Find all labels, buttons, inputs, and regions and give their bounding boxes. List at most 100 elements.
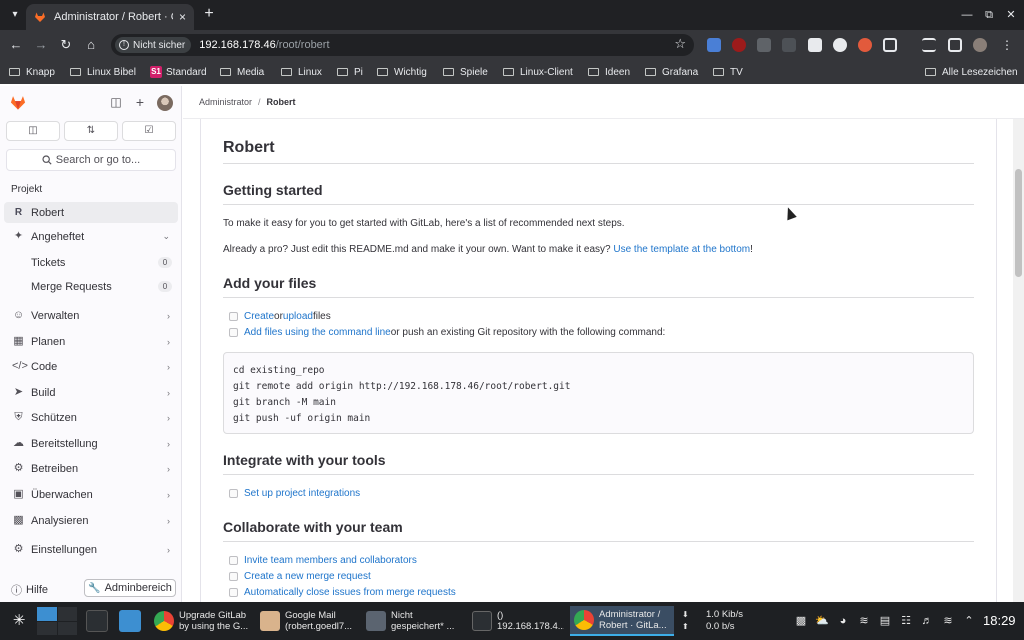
help-button[interactable]: ⓘ Hilfe	[11, 582, 48, 598]
extension-icon[interactable]	[782, 38, 796, 52]
sidebar-item-analyze[interactable]: ▩ Analysieren ›	[4, 510, 178, 531]
back-arrow-icon[interactable]: ←	[7, 36, 25, 54]
profile-avatar-icon[interactable]	[973, 38, 987, 52]
bookmark-star-icon[interactable]: ☆	[674, 36, 686, 52]
bookmark-folder[interactable]: Ideen	[588, 65, 630, 79]
breadcrumb-current[interactable]: Robert	[267, 97, 296, 107]
ublock-extension-icon[interactable]	[732, 38, 746, 52]
task-checkbox[interactable]	[229, 489, 238, 498]
search-button[interactable]: Search or go to...	[6, 149, 176, 171]
upload-link[interactable]: upload	[283, 311, 313, 322]
notes-icon[interactable]: ☷	[899, 614, 913, 628]
merge-request-link[interactable]: Create a new merge request	[244, 571, 371, 582]
task-checkbox[interactable]	[229, 312, 238, 321]
bookmark-folder[interactable]: Wichtig	[377, 65, 427, 79]
not-secure-chip[interactable]: ! Nicht sicher	[115, 37, 192, 53]
assigned-issues-icon[interactable]: ◫	[6, 121, 60, 141]
forward-arrow-icon[interactable]: →	[32, 36, 50, 54]
command-line-link[interactable]: Add files using the command line	[244, 327, 391, 338]
kebab-menu-icon[interactable]: ⋮	[1000, 38, 1014, 52]
admin-area-button[interactable]: 🔧 Adminbereich	[84, 579, 176, 597]
tab-search-chevron-icon[interactable]: ▾	[6, 6, 24, 24]
sidebar-item-operate[interactable]: ⚙ Betreiben ›	[4, 458, 178, 479]
clipboard-icon[interactable]: ▤	[878, 614, 892, 628]
breadcrumb-parent-link[interactable]: Administrator	[199, 97, 252, 107]
sidebar-item-manage[interactable]: ☺ Verwalten ›	[4, 305, 178, 326]
todo-list-icon[interactable]: ☑	[122, 121, 176, 141]
bookmark-folder[interactable]: Grafana	[645, 65, 698, 79]
browser-tab-active[interactable]: Administrator / Robert · GitLab ×	[26, 4, 194, 30]
task-terminal-ssh[interactable]: () 192.168.178.4...	[468, 606, 568, 636]
app-launcher-icon[interactable]: ✳	[10, 612, 28, 630]
address-bar[interactable]: ! Nicht sicher 192.168.178.46/root/rober…	[111, 34, 694, 56]
tray-apps-icon[interactable]: ▩	[794, 614, 808, 628]
bookmark-folder[interactable]: Pi	[337, 65, 363, 79]
network-speed-widget[interactable]: ⬇ 1.0 Kib/s ⬆ 0.0 b/s	[682, 609, 743, 633]
page-scrollbar[interactable]	[1013, 119, 1024, 602]
template-link[interactable]: Use the template at the bottom	[613, 244, 750, 255]
task-checkbox[interactable]	[229, 588, 238, 597]
reload-icon[interactable]: ↻	[57, 36, 75, 54]
tray-expand-chevron-icon[interactable]: ⌃	[962, 614, 976, 628]
collapse-sidebar-icon[interactable]: ◫	[109, 95, 123, 109]
bookmark-folder[interactable]: Knapp	[9, 65, 55, 79]
home-icon[interactable]: ⌂	[82, 36, 100, 54]
desktop-2[interactable]	[57, 607, 77, 621]
reading-list-icon[interactable]	[922, 38, 936, 52]
weather-icon[interactable]: ⛅	[815, 614, 829, 628]
user-avatar[interactable]	[157, 95, 173, 111]
invite-link[interactable]: Invite team members and collaborators	[244, 555, 417, 566]
extension-icon[interactable]	[858, 38, 872, 52]
bookmark-folder[interactable]: Linux-Client	[503, 65, 573, 79]
puzzle-extensions-icon[interactable]	[883, 38, 897, 52]
sidebar-item-pinned[interactable]: ✦ Angeheftet ⌄	[4, 226, 178, 247]
minimize-icon[interactable]: —	[958, 6, 976, 24]
rss-icon[interactable]: ≋	[857, 614, 871, 628]
sidebar-item-project[interactable]: R Robert	[4, 202, 178, 223]
code-block[interactable]: cd existing_repo git remote add origin ht…	[223, 352, 974, 434]
extension-icon[interactable]	[757, 38, 771, 52]
sidebar-item-code[interactable]: </> Code ›	[4, 356, 178, 377]
merge-requests-icon[interactable]: ⇅	[64, 121, 118, 141]
integrations-link[interactable]: Set up project integrations	[244, 488, 360, 499]
create-link[interactable]: Create	[244, 311, 274, 322]
terminal-icon[interactable]	[86, 610, 108, 632]
task-checkbox[interactable]	[229, 572, 238, 581]
task-checkbox[interactable]	[229, 556, 238, 565]
sidebar-item-monitor[interactable]: ▣ Überwachen ›	[4, 484, 178, 505]
bookmark-folder[interactable]: Linux Bibel	[70, 65, 136, 79]
translate-extension-icon[interactable]	[707, 38, 721, 52]
clock[interactable]: 18:29	[983, 613, 1016, 628]
scrollbar-thumb[interactable]	[1015, 169, 1022, 277]
sidebar-item-build[interactable]: ➤ Build ›	[4, 382, 178, 403]
sidebar-item-plan[interactable]: ▦ Planen ›	[4, 331, 178, 352]
bookmark-folder[interactable]: Spiele	[443, 65, 488, 79]
virtual-desktop-pager[interactable]	[37, 607, 77, 635]
clipboard-sync-icon[interactable]: ◕	[836, 614, 850, 628]
desktop-4[interactable]	[57, 621, 77, 635]
volume-icon[interactable]: ♬	[920, 614, 934, 628]
sidebar-item-deploy[interactable]: ☁ Bereitstellung ›	[4, 433, 178, 454]
file-manager-icon[interactable]	[119, 610, 141, 632]
bookmark-folder[interactable]: Media	[220, 65, 264, 79]
task-unsaved-editor[interactable]: Nicht gespeichert* ...	[362, 606, 466, 636]
task-upgrade-gitlab[interactable]: Upgrade GitLab by using the G...	[150, 606, 254, 636]
gitlab-logo-icon[interactable]	[9, 94, 27, 111]
side-panel-icon[interactable]	[948, 38, 962, 52]
bookmark-folder[interactable]: TV	[713, 65, 743, 79]
restore-icon[interactable]: ⧉	[980, 6, 998, 24]
sidebar-item-secure[interactable]: ⛨ Schützen ›	[4, 407, 178, 428]
all-bookmarks-folder[interactable]: Alle Lesezeichen	[925, 65, 1018, 79]
sidebar-item-merge-requests[interactable]: Merge Requests 0	[4, 276, 178, 297]
desktop-1[interactable]	[37, 607, 57, 621]
extension-icon[interactable]	[833, 38, 847, 52]
shield-extension-icon[interactable]	[808, 38, 822, 52]
tab-close-icon[interactable]: ×	[179, 10, 186, 24]
create-new-plus-icon[interactable]: +	[133, 95, 147, 109]
close-window-icon[interactable]: ✕	[1002, 6, 1020, 24]
new-tab-plus-icon[interactable]: +	[200, 5, 218, 23]
task-checkbox[interactable]	[229, 328, 238, 337]
sidebar-item-settings[interactable]: ⚙ Einstellungen ›	[4, 539, 178, 560]
close-issues-link[interactable]: Automatically close issues from merge re…	[244, 587, 456, 598]
sidebar-item-tickets[interactable]: Tickets 0	[4, 252, 178, 273]
